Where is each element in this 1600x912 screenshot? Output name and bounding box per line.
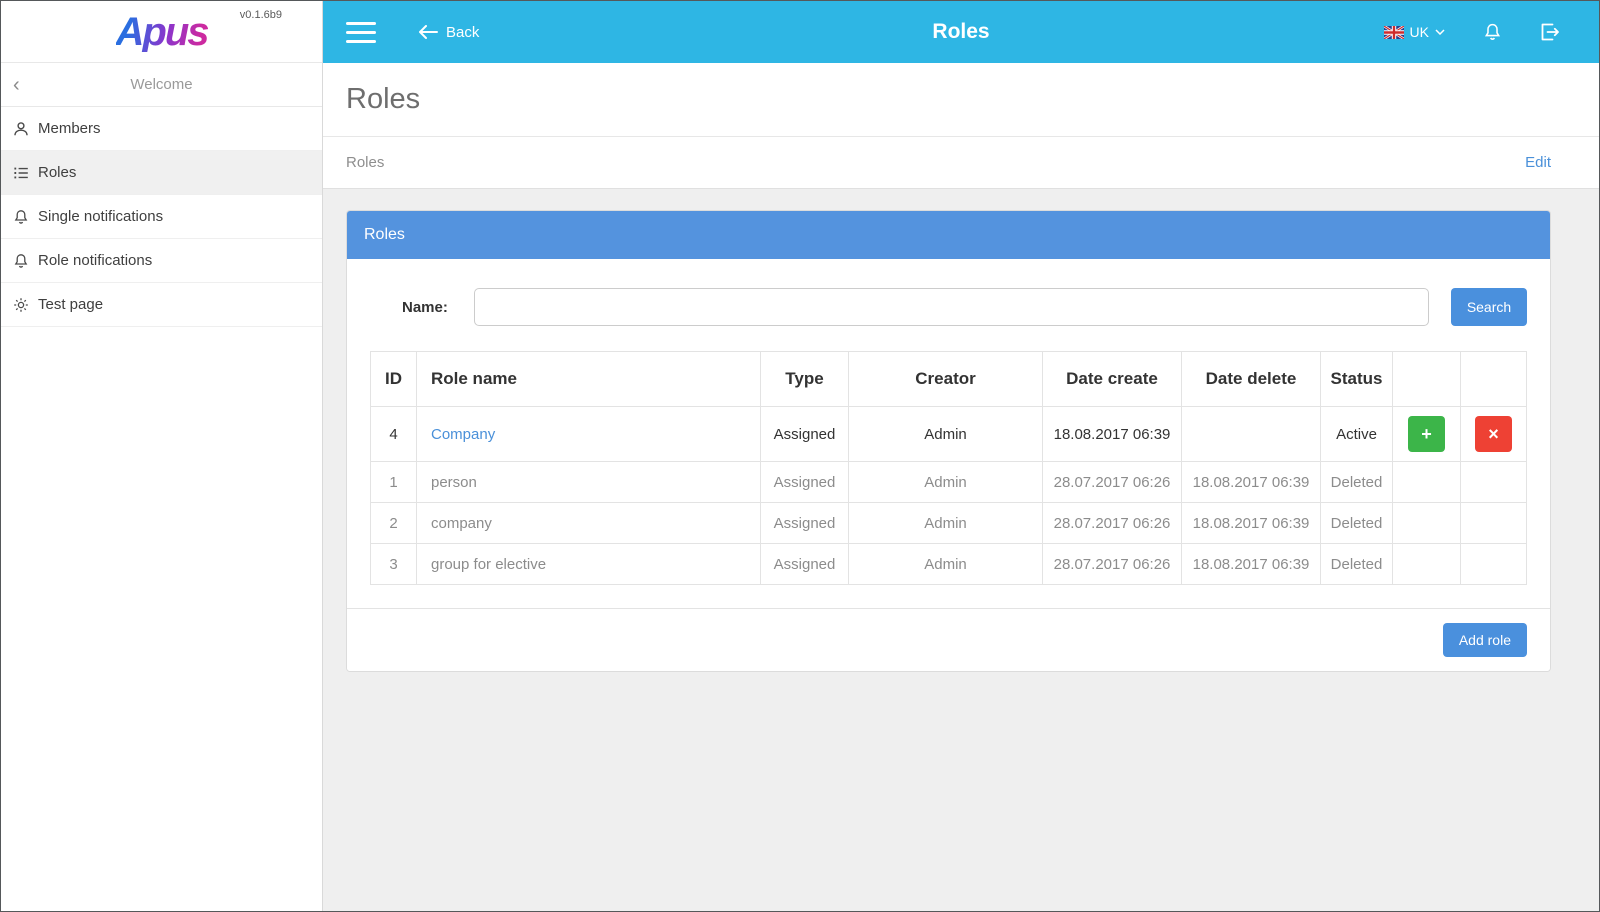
sidebar-item-label: Single notifications bbox=[38, 208, 164, 225]
sidebar-item-test-page[interactable]: Test page bbox=[1, 283, 322, 327]
breadcrumb: Roles bbox=[346, 154, 385, 171]
panel-footer: Add role bbox=[347, 608, 1550, 671]
sidebar-item-members[interactable]: Members bbox=[1, 107, 322, 151]
sidebar-nav: Members Roles Single notifications Role not… bbox=[1, 107, 322, 327]
delete-action-button[interactable]: × bbox=[1475, 416, 1512, 452]
sidebar-item-roles[interactable]: Roles bbox=[1, 151, 322, 195]
breadcrumb-bar: Roles Edit bbox=[323, 136, 1599, 189]
chevron-left-icon[interactable]: ‹ bbox=[13, 75, 20, 95]
menu-icon[interactable] bbox=[346, 21, 376, 43]
panel-body: Name: Search ID Role name Type Creator Date … bbox=[347, 259, 1550, 608]
role-name: company bbox=[416, 502, 761, 544]
bell-icon bbox=[13, 253, 29, 269]
column-header-date-delete: Date delete bbox=[1181, 351, 1321, 407]
bell-icon bbox=[13, 209, 29, 225]
app-window: Apus v0.1.6b9 ‹ Welcome Members Roles Sing… bbox=[0, 0, 1600, 912]
search-row: Name: Search bbox=[370, 288, 1527, 326]
sidebar: Apus v0.1.6b9 ‹ Welcome Members Roles Sing… bbox=[1, 1, 323, 911]
role-name: person bbox=[416, 461, 761, 503]
logo-area: Apus v0.1.6b9 bbox=[1, 1, 322, 63]
panel-title: Roles bbox=[347, 211, 1550, 259]
table-header-row: ID Role name Type Creator Date create Date de… bbox=[370, 351, 1527, 407]
welcome-row: ‹ Welcome bbox=[1, 63, 322, 107]
column-header-role-name: Role name bbox=[416, 351, 761, 407]
sidebar-item-label: Roles bbox=[38, 164, 77, 181]
add-role-button[interactable]: Add role bbox=[1442, 623, 1527, 657]
version-label: v0.1.6b9 bbox=[239, 9, 282, 21]
column-header-actions bbox=[1460, 351, 1527, 407]
logout-icon[interactable] bbox=[1540, 23, 1559, 41]
person-icon bbox=[13, 121, 29, 137]
add-action-button[interactable]: + bbox=[1408, 416, 1445, 452]
chevron-down-icon bbox=[1435, 29, 1445, 35]
page-header: Roles bbox=[323, 63, 1599, 136]
sidebar-item-single-notifications[interactable]: Single notifications bbox=[1, 195, 322, 239]
table-row: 3 group for elective Assigned Admin 28.07.20… bbox=[370, 543, 1527, 585]
list-icon bbox=[13, 165, 29, 181]
sidebar-item-label: Members bbox=[38, 120, 101, 137]
role-name: group for elective bbox=[416, 543, 761, 585]
gear-icon bbox=[13, 297, 29, 313]
role-name-link[interactable]: Company bbox=[431, 426, 495, 443]
table-row: 4 Company Assigned Admin 18.08.2017 06:39 Act… bbox=[370, 406, 1527, 462]
language-label: UK bbox=[1409, 24, 1429, 40]
column-header-status: Status bbox=[1320, 351, 1393, 407]
content-area: Roles Name: Search ID Role name Type Crea bbox=[323, 189, 1599, 911]
topbar-right: UK bbox=[1383, 22, 1559, 42]
edit-link[interactable]: Edit bbox=[1525, 154, 1551, 171]
search-button[interactable]: Search bbox=[1451, 288, 1527, 326]
roles-table: ID Role name Type Creator Date create Date de… bbox=[370, 351, 1527, 585]
page-title: Roles bbox=[346, 83, 421, 115]
name-label: Name: bbox=[402, 298, 448, 316]
back-label: Back bbox=[446, 23, 480, 41]
language-selector[interactable]: UK bbox=[1383, 24, 1445, 40]
sidebar-item-label: Role notifications bbox=[38, 252, 153, 269]
name-input[interactable] bbox=[473, 288, 1429, 326]
welcome-label: Welcome bbox=[130, 76, 193, 93]
column-header-creator: Creator bbox=[848, 351, 1043, 407]
sidebar-item-label: Test page bbox=[38, 296, 104, 313]
column-header-type: Type bbox=[760, 351, 849, 407]
topbar: Back Roles UK bbox=[323, 1, 1599, 63]
sidebar-item-role-notifications[interactable]: Role notifications bbox=[1, 239, 322, 283]
roles-panel: Roles Name: Search ID Role name Type Crea bbox=[346, 210, 1551, 672]
table-row: 2 company Assigned Admin 28.07.2017 06:26 18.… bbox=[370, 502, 1527, 544]
back-arrow-icon bbox=[418, 25, 438, 39]
notifications-bell-icon[interactable] bbox=[1483, 22, 1502, 42]
back-button[interactable]: Back bbox=[418, 24, 479, 41]
uk-flag-icon bbox=[1383, 25, 1404, 39]
column-header-id: ID bbox=[370, 351, 417, 407]
main-area: Back Roles UK Roles Roles Edit Roles Nam… bbox=[323, 1, 1599, 911]
page-title-topbar: Roles bbox=[932, 20, 990, 43]
table-row: 1 person Assigned Admin 28.07.2017 06:26 18.0… bbox=[370, 461, 1527, 503]
apus-logo: Apus bbox=[115, 9, 210, 54]
column-header-actions bbox=[1392, 351, 1461, 407]
column-header-date-create: Date create bbox=[1042, 351, 1182, 407]
